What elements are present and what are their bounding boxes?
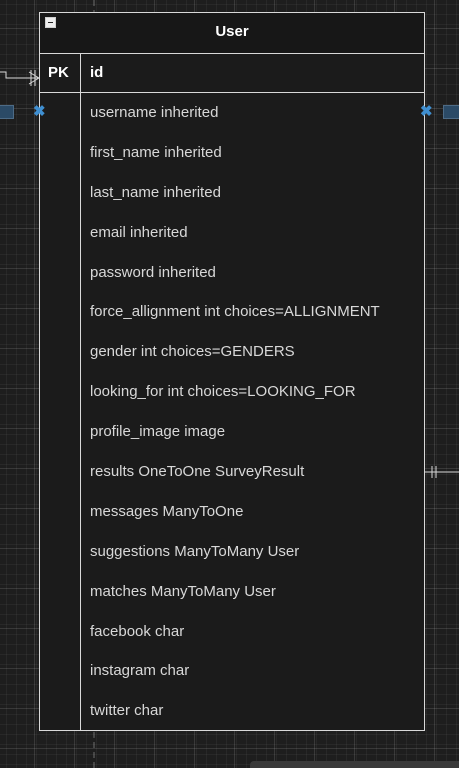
entity-user[interactable]: User PK id username inherited first_name…: [39, 12, 425, 731]
attribute-row[interactable]: looking_for int choices=LOOKING_FOR: [90, 372, 380, 412]
attribute-row[interactable]: password inherited: [90, 253, 380, 293]
connection-point-left-icon[interactable]: ✖: [33, 104, 46, 119]
attribute-row[interactable]: facebook char: [90, 612, 380, 652]
entity-title: User: [215, 23, 249, 40]
relationship-edge-right[interactable]: [425, 464, 459, 480]
attribute-row[interactable]: last_name inherited: [90, 173, 380, 213]
canvas-scrollbar[interactable]: [250, 761, 459, 768]
neighbor-entity-port-left[interactable]: [0, 105, 14, 119]
pk-field: id: [90, 64, 104, 81]
attribute-row[interactable]: gender int choices=GENDERS: [90, 332, 380, 372]
attribute-row[interactable]: force_allignment int choices=ALLIGNMENT: [90, 292, 380, 332]
primary-key-row[interactable]: PK id: [40, 54, 424, 93]
attribute-row[interactable]: profile_image image: [90, 412, 380, 452]
attribute-row[interactable]: matches ManyToMany User: [90, 572, 380, 612]
attribute-list: username inherited first_name inherited …: [90, 93, 380, 731]
attribute-row[interactable]: results OneToOne SurveyResult: [90, 452, 380, 492]
neighbor-entity-port-right[interactable]: [443, 105, 459, 119]
attribute-row[interactable]: twitter char: [90, 691, 380, 731]
attribute-row[interactable]: instagram char: [90, 651, 380, 691]
key-column-divider: [80, 54, 81, 730]
attribute-row[interactable]: suggestions ManyToMany User: [90, 532, 380, 572]
attribute-row[interactable]: username inherited: [90, 93, 380, 133]
pk-label: PK: [48, 64, 69, 81]
entity-header[interactable]: User: [40, 13, 424, 54]
attribute-row[interactable]: email inherited: [90, 213, 380, 253]
attribute-row[interactable]: first_name inherited: [90, 133, 380, 173]
attribute-row[interactable]: messages ManyToOne: [90, 492, 380, 532]
connection-point-right-icon[interactable]: ✖: [420, 104, 433, 119]
